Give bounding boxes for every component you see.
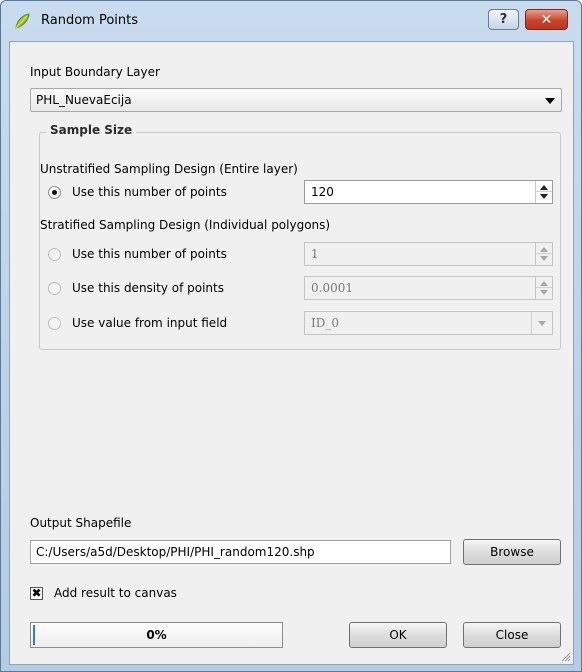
add-to-canvas-label[interactable]: Add result to canvas [54,586,177,600]
resize-grip-icon[interactable] [559,650,571,662]
input-layer-value: PHL_NuevaEcija [36,93,132,107]
unstratified-points-radio[interactable] [48,186,61,199]
close-button[interactable]: Close [463,622,561,648]
stratified-points-value: 1 [311,247,319,261]
help-button[interactable]: ? [488,9,519,30]
density-value: 0.0001 [311,281,353,295]
output-label: Output Shapefile [30,516,132,530]
random-points-dialog: Random Points ? ✕ Input Boundary Layer P… [0,0,582,672]
title-bar[interactable]: Random Points ? ✕ [1,1,581,41]
density-radio[interactable] [48,282,61,295]
add-to-canvas-checkbox[interactable]: ✖ [30,587,43,600]
density-spinbox[interactable]: 0.0001 [304,276,553,300]
qgis-logo-icon [15,13,30,29]
spin-buttons[interactable] [535,277,552,299]
ok-button[interactable]: OK [349,622,447,648]
stratified-points-label[interactable]: Use this number of points [72,247,227,261]
progress-bar: 0% [30,622,283,648]
spin-up-icon[interactable] [540,185,548,190]
browse-button[interactable]: Browse [463,539,561,565]
window-title: Random Points [41,13,139,28]
field-radio[interactable] [48,317,61,330]
chevron-down-icon[interactable] [531,312,552,334]
density-label[interactable]: Use this density of points [72,281,224,295]
spin-buttons[interactable] [535,243,552,265]
stratified-heading: Stratified Sampling Design (Individual p… [40,218,331,232]
unstratified-heading: Unstratified Sampling Design (Entire lay… [40,162,298,176]
spin-down-icon[interactable] [540,256,548,261]
window-close-button[interactable]: ✕ [525,9,568,30]
spin-buttons[interactable] [535,181,552,203]
unstratified-points-value: 120 [311,185,334,199]
stratified-points-spinbox[interactable]: 1 [304,242,553,266]
field-combo[interactable]: ID_0 [304,311,553,335]
spin-down-icon[interactable] [540,194,548,199]
field-value: ID_0 [311,316,339,330]
spin-up-icon[interactable] [540,281,548,286]
chevron-down-icon [545,98,555,104]
field-label[interactable]: Use value from input field [72,316,227,330]
spin-up-icon[interactable] [540,247,548,252]
input-layer-label: Input Boundary Layer [30,65,160,79]
stratified-points-radio[interactable] [48,248,61,261]
spin-down-icon[interactable] [540,290,548,295]
unstratified-points-spinbox[interactable]: 120 [304,180,553,204]
progress-text: 0% [146,628,167,642]
output-path-value: C:/Users/a5d/Desktop/PHI/PHI_random120.s… [36,545,315,559]
unstratified-points-label[interactable]: Use this number of points [72,185,227,199]
output-path-field[interactable]: C:/Users/a5d/Desktop/PHI/PHI_random120.s… [30,540,451,564]
dialog-body: Input Boundary Layer PHL_NuevaEcija Samp… [9,41,574,665]
input-layer-combo[interactable]: PHL_NuevaEcija [30,88,562,112]
sample-size-title: Sample Size [46,123,137,137]
